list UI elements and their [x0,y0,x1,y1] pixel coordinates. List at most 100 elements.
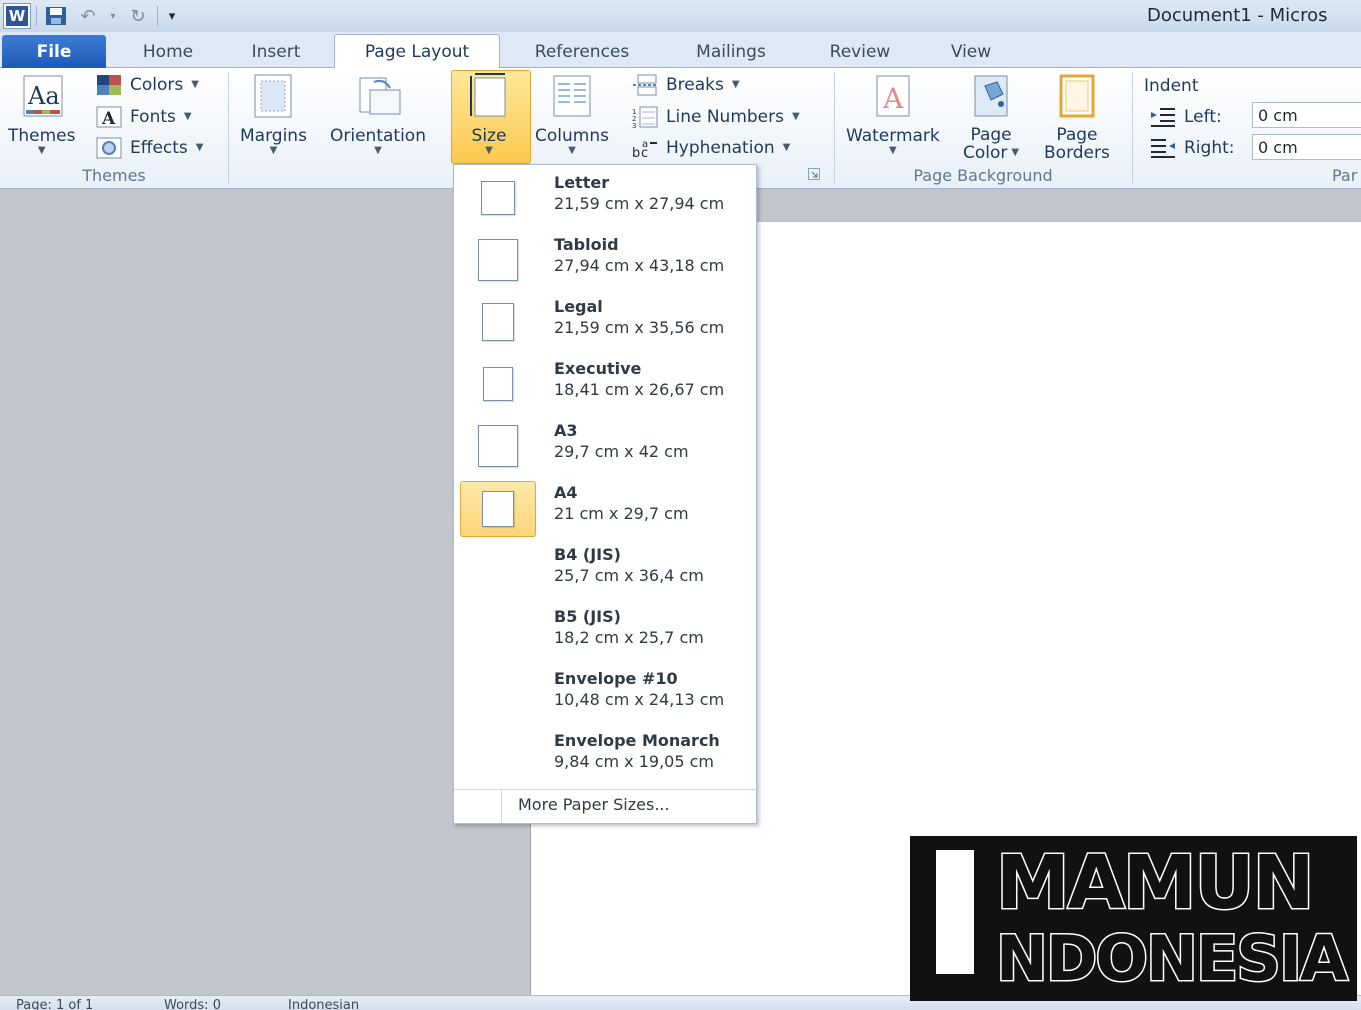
colors-label: Colors [130,75,184,95]
tab-mailings[interactable]: Mailings [672,36,790,68]
effects-button[interactable]: Effects ▼ [96,137,204,159]
orientation-label: Orientation [330,126,426,146]
page-color-label-2: Color [963,143,1008,163]
indent-left-label-row: Left: [1150,106,1222,128]
size-option-dimensions: 9,84 cm x 19,05 cm [554,752,715,771]
undo-dropdown-icon[interactable]: ▾ [107,5,119,27]
themes-button[interactable]: Aa Themes ▼ [8,72,76,156]
tab-references[interactable]: References [516,36,648,68]
size-option-envelope-monarch[interactable]: Envelope Monarch 9,84 cm x 19,05 cm [454,727,756,789]
size-option-dimensions: 21,59 cm x 35,56 cm [554,318,725,337]
size-thumb-wrap [460,357,536,413]
page-size-thumbnail [482,491,514,527]
size-option-tabloid[interactable]: Tabloid 27,94 cm x 43,18 cm [454,231,756,293]
columns-icon [553,75,591,117]
size-option-b4-jis[interactable]: B4 (JIS) 25,7 cm x 36,4 cm [454,541,756,603]
chevron-down-icon: ▼ [191,79,199,90]
colors-button[interactable]: Colors ▼ [96,74,199,96]
tab-insert[interactable]: Insert [232,36,320,68]
ribbon-tabs: File Home Insert Page Layout References … [0,32,1361,69]
tab-home[interactable]: Home [124,36,212,68]
quick-access-toolbar: W ↶ ▾ ↻ ▾ [3,3,180,29]
svg-text:b: b [632,146,640,159]
columns-button[interactable]: Columns ▼ [535,72,609,156]
hyphenation-button[interactable]: bca Hyphenation ▼ [632,137,790,159]
customize-qat-icon[interactable]: ▾ [164,5,180,27]
page-borders-icon [1059,74,1095,118]
size-option-name: Letter [554,173,610,192]
chevron-down-icon: ▼ [782,142,791,153]
themes-label: Themes [8,126,76,146]
margins-button[interactable]: Margins ▼ [240,72,307,156]
indent-heading: Indent [1144,76,1199,96]
group-separator [1132,72,1133,184]
selected-size-highlight [460,481,536,537]
chevron-down-icon: ▼ [183,111,192,122]
size-option-name: B5 (JIS) [554,607,621,626]
line-numbers-icon: 123 [632,106,658,128]
line-numbers-button[interactable]: 123 Line Numbers ▼ [632,106,800,128]
breaks-button[interactable]: Breaks ▼ [632,74,740,96]
size-option-dimensions: 18,41 cm x 26,67 cm [554,380,725,399]
fonts-button[interactable]: A Fonts ▼ [96,106,192,128]
size-option-legal[interactable]: Legal 21,59 cm x 35,56 cm [454,293,756,355]
size-option-dimensions: 25,7 cm x 36,4 cm [554,566,704,585]
size-option-a3[interactable]: A3 29,7 cm x 42 cm [454,417,756,479]
size-option-dimensions: 18,2 cm x 25,7 cm [554,628,704,647]
size-option-a4[interactable]: A4 21 cm x 29,7 cm [454,479,756,541]
size-icon [470,73,506,117]
size-option-b5-jis[interactable]: B5 (JIS) 18,2 cm x 25,7 cm [454,603,756,665]
window-title: Document1 - Micros [1147,5,1328,26]
save-icon[interactable] [43,5,69,27]
chevron-down-icon: ▼ [195,142,204,153]
colors-icon [97,75,121,95]
fonts-label: Fonts [130,107,176,127]
page-size-thumbnail [482,303,514,341]
line-numbers-label: Line Numbers [666,107,784,127]
size-option-dimensions: 27,94 cm x 43,18 cm [554,256,725,275]
chevron-down-icon: ▼ [37,145,46,156]
more-paper-sizes-item[interactable]: More Paper Sizes... [518,795,670,814]
logo-line-1: MAMUN [995,839,1317,928]
size-option-envelope-10[interactable]: Envelope #10 10,48 cm x 24,13 cm [454,665,756,727]
size-option-dimensions: 29,7 cm x 42 cm [554,442,689,461]
page-size-thumbnail [478,239,518,281]
indent-right-input[interactable]: 0 cm [1252,134,1361,160]
tab-review[interactable]: Review [812,36,908,68]
size-option-letter[interactable]: Letter 21,59 cm x 27,94 cm [454,169,756,231]
tab-view[interactable]: View [934,36,1008,68]
size-option-dimensions: 21,59 cm x 27,94 cm [554,194,725,213]
chevron-down-icon: ▼ [269,145,278,156]
menu-gutter-separator [501,790,502,823]
word-app-icon[interactable]: W [3,3,31,29]
tab-page-layout[interactable]: Page Layout [334,34,500,69]
redo-icon[interactable]: ↻ [125,5,151,27]
watermark-button[interactable]: A Watermark ▼ [846,72,940,156]
status-words[interactable]: Words: 0 [164,998,221,1010]
size-option-executive[interactable]: Executive 18,41 cm x 26,67 cm [454,355,756,417]
page-color-label-1: Page [970,125,1012,145]
chevron-down-icon: ▼ [731,79,740,90]
hyphenation-label: Hyphenation [666,138,775,158]
page-color-icon [974,75,1008,117]
tab-file[interactable]: File [2,35,106,68]
page-size-thumbnail [478,425,518,467]
chevron-down-icon: ▼ [1011,147,1020,158]
margins-label: Margins [240,126,307,146]
chevron-down-icon: ▼ [889,145,897,156]
page-borders-button[interactable]: Page Borders [1044,72,1110,162]
page-color-button[interactable]: Page Color ▼ [963,72,1019,162]
status-language[interactable]: Indonesian [288,998,359,1010]
status-page[interactable]: Page: 1 of 1 [16,998,93,1010]
indent-left-input[interactable]: 0 cm [1252,102,1361,128]
page-borders-label-2: Borders [1044,143,1110,163]
page-setup-dialog-launcher[interactable] [808,168,820,180]
qat-separator [36,6,37,26]
margins-icon [254,74,292,118]
size-button[interactable]: Size ▼ [465,72,513,156]
indent-right-label: Right: [1184,138,1235,158]
svg-text:Aa: Aa [27,82,60,110]
orientation-button[interactable]: Orientation ▼ [330,72,426,156]
undo-icon[interactable]: ↶ [75,5,101,27]
size-option-name: Envelope #10 [554,669,678,688]
